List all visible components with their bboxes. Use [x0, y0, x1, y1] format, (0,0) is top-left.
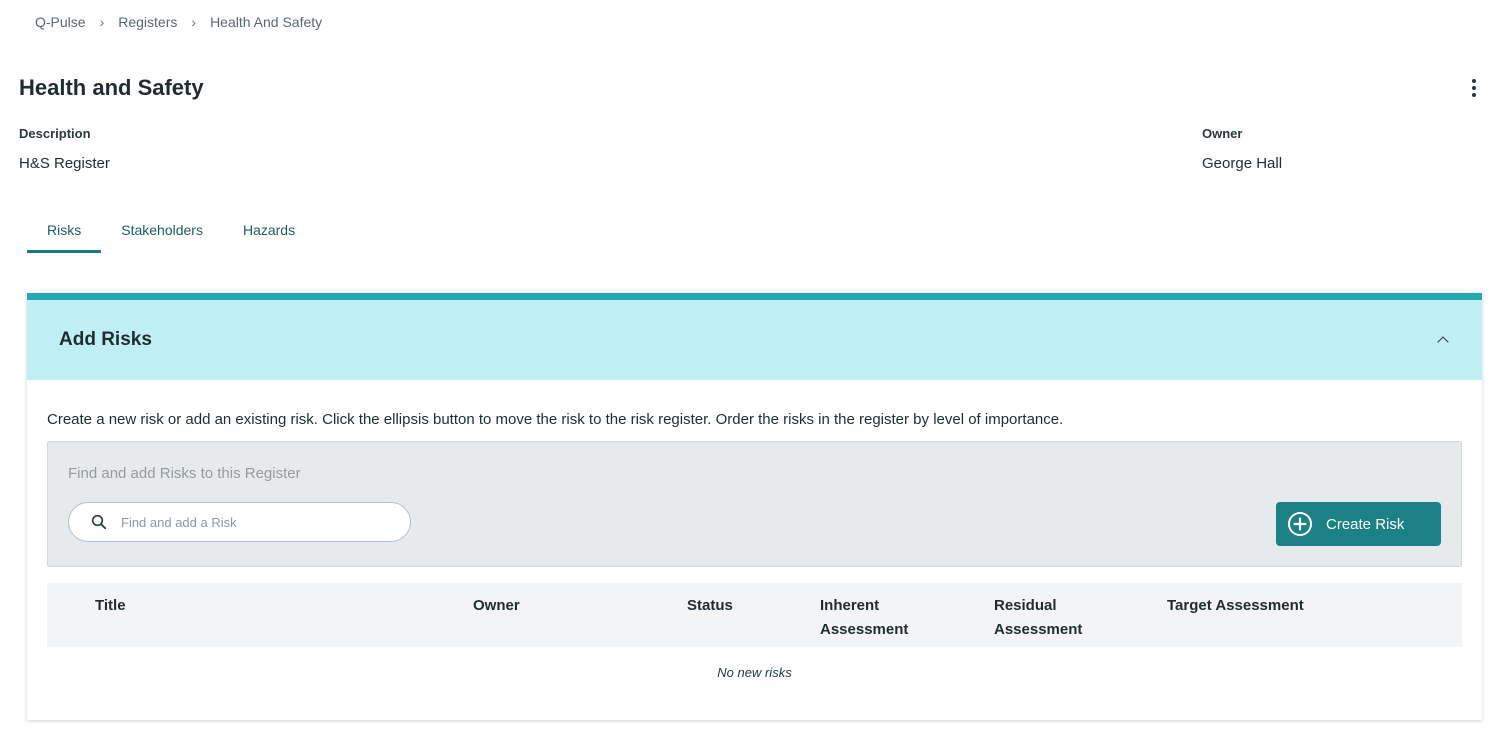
owner-label: Owner [1202, 126, 1243, 141]
description-value: H&S Register [19, 155, 110, 172]
column-title[interactable]: Title [95, 594, 126, 618]
add-risks-header[interactable]: Add Risks [27, 300, 1482, 380]
owner-value: George Hall [1202, 155, 1283, 172]
tab-hazards[interactable]: Hazards [223, 212, 315, 253]
chevron-right-icon: › [99, 14, 105, 30]
risks-table-header: Title Owner Status Inherent Assessment R… [47, 583, 1462, 647]
find-heading: Find and add Risks to this Register [68, 465, 301, 482]
breadcrumb: Q-Pulse › Registers › Health And Safety [35, 14, 322, 30]
tab-bar: Risks Stakeholders Hazards [27, 212, 315, 253]
chevron-up-icon[interactable] [1436, 333, 1450, 347]
create-risk-label: Create Risk [1326, 515, 1405, 533]
breadcrumb-item-registers[interactable]: Registers [118, 14, 177, 30]
panel-description: Create a new risk or add an existing ris… [47, 411, 1064, 428]
add-risks-panel: Add Risks Create a new risk or add an ex… [27, 293, 1482, 720]
breadcrumb-item-qpulse[interactable]: Q-Pulse [35, 14, 86, 30]
page-title: Health and Safety [19, 75, 204, 100]
search-field[interactable] [68, 502, 411, 542]
find-risks-box: Find and add Risks to this Register Crea… [47, 441, 1462, 567]
create-risk-button[interactable]: Create Risk [1276, 502, 1441, 546]
search-icon [91, 514, 107, 530]
column-target-assessment[interactable]: Target Assessment [1167, 594, 1304, 618]
kebab-menu-icon[interactable] [1464, 78, 1484, 98]
tab-risks[interactable]: Risks [27, 212, 102, 253]
description-label: Description [19, 126, 91, 141]
column-owner[interactable]: Owner [473, 594, 520, 618]
chevron-right-icon: › [191, 14, 197, 30]
column-inherent-assessment[interactable]: Inherent Assessment [820, 594, 930, 642]
tab-stakeholders[interactable]: Stakeholders [101, 212, 223, 253]
column-residual-assessment[interactable]: Residual Assessment [994, 594, 1104, 642]
column-status[interactable]: Status [687, 594, 733, 618]
empty-message: No new risks [717, 665, 792, 680]
search-input[interactable] [121, 514, 381, 530]
plus-circle-icon [1288, 512, 1312, 536]
panel-title: Add Risks [59, 329, 152, 350]
breadcrumb-item-current: Health And Safety [210, 14, 323, 30]
